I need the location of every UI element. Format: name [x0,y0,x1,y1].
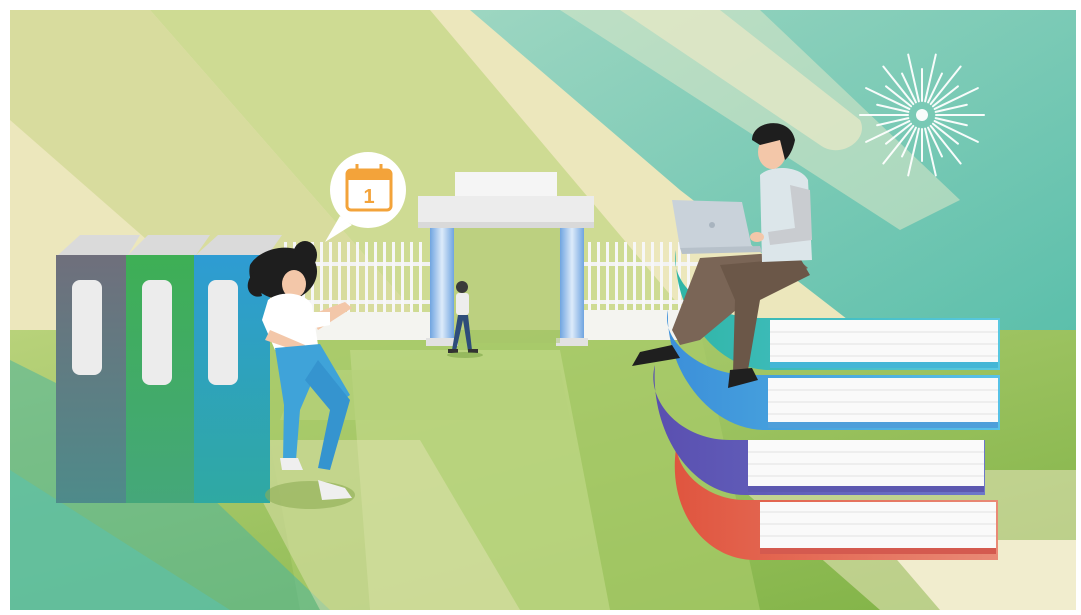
school-gate [418,172,594,346]
calendar-icon: 1 [345,164,393,212]
calendar-day: 1 [363,186,374,208]
binder-books [56,235,282,503]
illustration-canvas: 1 [0,0,1081,615]
